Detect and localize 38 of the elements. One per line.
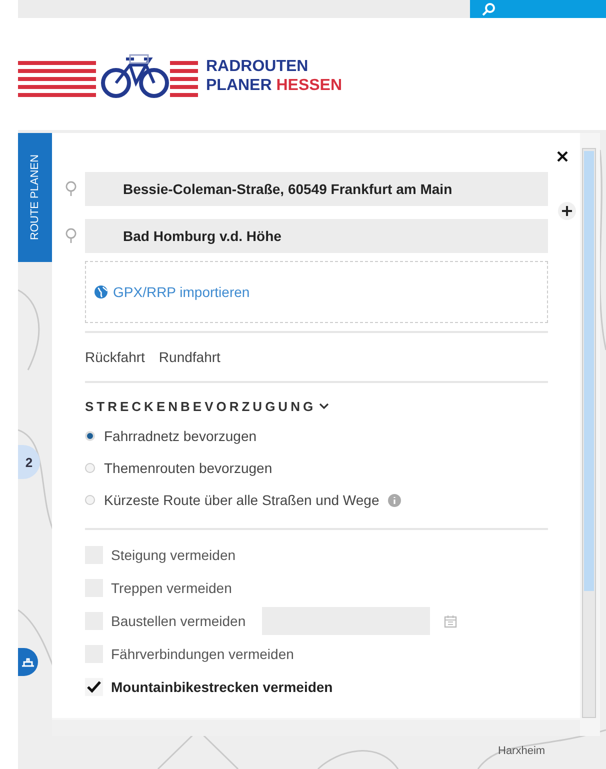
import-link[interactable]: GPX/RRP importieren: [94, 284, 250, 300]
close-button[interactable]: [557, 151, 568, 162]
vertical-scrollbar[interactable]: [582, 148, 596, 718]
search-icon: [482, 2, 496, 16]
radio-button[interactable]: [85, 463, 95, 473]
plus-icon: [562, 206, 572, 216]
logo-text: RADROUTEN: [206, 57, 310, 76]
option-label: Themenrouten bevorzugen: [104, 460, 272, 476]
waypoint-field[interactable]: Bad Homburg v.d. Höhe: [85, 219, 548, 253]
option-label: Steigung vermeiden: [111, 547, 236, 563]
route-planner-tab[interactable]: ROUTE PLANEN: [18, 133, 52, 262]
map-place-label: Harxheim: [498, 745, 546, 757]
radio-button[interactable]: [85, 495, 95, 505]
section-toggle[interactable]: STRECKENBEVORZUGUNG: [85, 399, 330, 414]
trip-option-link[interactable]: Rückfahrt: [85, 349, 145, 365]
map-cluster-marker[interactable]: 2: [18, 445, 40, 479]
info-icon[interactable]: [388, 494, 402, 506]
chevron-down-icon: [319, 403, 330, 410]
logo-text: PLANER HESSEN: [206, 76, 342, 95]
option-label: Mountainbikestrecken vermeiden: [111, 679, 333, 695]
option-label: Kürzeste Route über alle Straßen und Wege: [104, 492, 380, 508]
radio-button[interactable]: [85, 431, 95, 441]
checkbox[interactable]: [85, 678, 103, 696]
globe-icon: [94, 285, 108, 299]
option-label: Fährverbindungen vermeiden: [111, 646, 294, 662]
map-poi-marker[interactable]: [18, 648, 38, 676]
location-pin-icon: [65, 181, 77, 197]
add-waypoint-button[interactable]: [558, 202, 576, 220]
option-label: Baustellen vermeiden: [111, 613, 246, 629]
option-label: Fahrradnetz bevorzugen: [104, 428, 257, 444]
calendar-icon[interactable]: [444, 614, 457, 628]
search-button[interactable]: [470, 0, 606, 18]
location-pin-icon: [65, 228, 77, 244]
waypoint-field[interactable]: Bessie-Coleman-Straße, 60549 Frankfurt am Main: [85, 172, 548, 206]
trip-option-link[interactable]: Rundfahrt: [158, 349, 220, 365]
option-label: Treppen vermeiden: [111, 580, 232, 596]
building-icon: [21, 657, 35, 667]
close-icon: [557, 151, 568, 162]
